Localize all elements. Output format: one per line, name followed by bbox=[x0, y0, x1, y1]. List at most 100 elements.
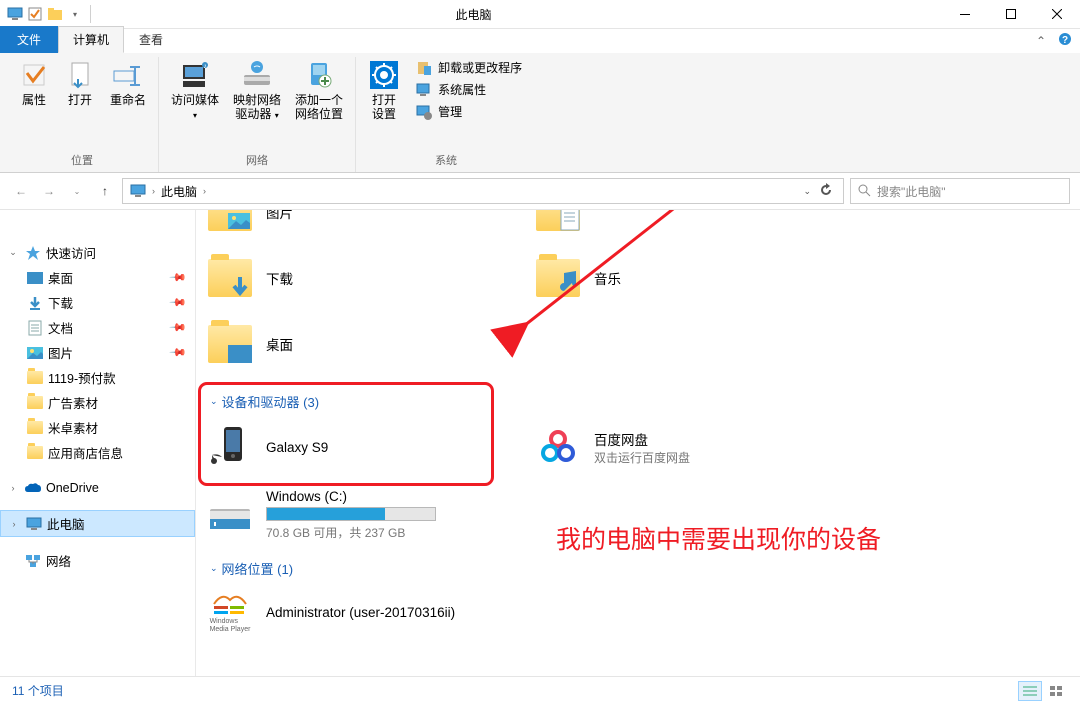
nav-folder-a[interactable]: 1119-预付款 bbox=[0, 365, 195, 390]
nav-onedrive[interactable]: › OneDrive bbox=[0, 477, 195, 499]
drive-usage-bar bbox=[266, 507, 436, 521]
dropdown-icon[interactable]: ⌄ bbox=[803, 186, 811, 197]
pin-icon: 📌 bbox=[169, 343, 188, 362]
chevron-right-icon[interactable]: › bbox=[149, 186, 158, 196]
tab-file[interactable]: 文件 bbox=[0, 26, 58, 53]
chevron-right-icon[interactable]: › bbox=[200, 186, 209, 196]
address-bar: ← → ⌄ ↑ › 此电脑 › ⌄ 搜索"此电脑" bbox=[0, 173, 1080, 210]
tab-computer[interactable]: 计算机 bbox=[58, 26, 124, 53]
view-buttons bbox=[1018, 681, 1068, 701]
open-settings-button[interactable]: 打开 设置 bbox=[362, 57, 406, 123]
maximize-button[interactable] bbox=[988, 0, 1034, 29]
system-properties-button[interactable]: 系统属性 bbox=[412, 79, 526, 100]
folder-icon bbox=[26, 370, 44, 386]
nav-quick-access[interactable]: ⌄ 快速访问 bbox=[0, 240, 195, 265]
downloads-icon bbox=[26, 295, 44, 311]
section-network-locations[interactable]: ⌄ 网络位置 (1) bbox=[204, 553, 1068, 582]
folder-icon bbox=[26, 395, 44, 411]
window-controls bbox=[942, 0, 1080, 29]
nav-this-pc[interactable]: › 此电脑 bbox=[0, 510, 195, 537]
pictures-icon bbox=[26, 345, 44, 361]
this-pc-icon bbox=[25, 516, 43, 532]
folder-icon bbox=[26, 445, 44, 461]
pin-icon: 📌 bbox=[169, 293, 188, 312]
this-pc-icon bbox=[127, 183, 149, 199]
pin-icon: 📌 bbox=[169, 318, 188, 337]
breadcrumb[interactable]: › 此电脑 › ⌄ bbox=[122, 178, 844, 204]
network-icon bbox=[24, 553, 42, 569]
add-location-button[interactable]: 添加一个 网络位置 bbox=[289, 57, 349, 123]
item-count: 11 个项目 bbox=[12, 682, 64, 699]
netloc-administrator[interactable]: Windows Media Player Administrator (user… bbox=[204, 586, 604, 638]
forward-button[interactable]: → bbox=[38, 180, 60, 202]
help-icon[interactable]: ? bbox=[1058, 32, 1072, 49]
svg-text:?: ? bbox=[1062, 35, 1068, 46]
ribbon-right-controls: ⌃ ? bbox=[1036, 32, 1072, 49]
folder-pictures[interactable]: 图片 bbox=[204, 210, 504, 238]
ribbon-group-system: 打开 设置 卸载或更改程序 系统属性 管理 系统 bbox=[356, 57, 536, 172]
ribbon-group-network: ♪ 访问媒体▾ 映射网络 驱动器 ▾ 添加一个 网络位置 网络 bbox=[159, 57, 356, 172]
folder-documents[interactable]: 文档 bbox=[532, 210, 832, 238]
drive-windows-c[interactable]: Windows (C:) 70.8 GB 可用，共 237 GB bbox=[204, 487, 504, 543]
status-bar: 11 个项目 bbox=[0, 676, 1080, 704]
nav-folder-d[interactable]: 应用商店信息 bbox=[0, 440, 195, 465]
nav-desktop[interactable]: 桌面📌 bbox=[0, 265, 195, 290]
ribbon-group-location: 属性 打开 重命名 位置 bbox=[6, 57, 159, 172]
expander-icon[interactable]: › bbox=[7, 519, 21, 529]
main-view: 图片 文档 下载 音乐 桌面 bbox=[196, 210, 1080, 676]
open-button[interactable]: 打开 bbox=[58, 57, 102, 109]
access-media-label: 访问媒体▾ bbox=[171, 93, 219, 123]
back-button[interactable]: ← bbox=[10, 180, 32, 202]
access-media-button[interactable]: ♪ 访问媒体▾ bbox=[165, 57, 225, 125]
nav-network[interactable]: › 网络 bbox=[0, 548, 195, 573]
expander-icon[interactable]: ⌄ bbox=[210, 563, 218, 574]
map-drive-label: 映射网络 驱动器 ▾ bbox=[233, 93, 281, 123]
annotation-text: 我的电脑中需要出现你的设备 bbox=[556, 520, 881, 556]
uninstall-button[interactable]: 卸载或更改程序 bbox=[412, 57, 526, 78]
device-baidu[interactable]: 百度网盘 双击运行百度网盘 bbox=[532, 421, 832, 473]
content-area: ⌄ 快速访问 桌面📌 下载📌 文档📌 图片📌 1119-预付款 广告素材 bbox=[0, 210, 1080, 676]
onedrive-icon bbox=[24, 480, 42, 496]
refresh-icon[interactable] bbox=[819, 183, 833, 200]
folder-downloads[interactable]: 下载 bbox=[204, 252, 504, 304]
expander-icon[interactable]: ⌄ bbox=[6, 247, 20, 258]
folder-desktop[interactable]: 桌面 bbox=[204, 318, 504, 370]
nav-documents[interactable]: 文档📌 bbox=[0, 315, 195, 340]
uninstall-icon bbox=[416, 60, 432, 76]
folder-music[interactable]: 音乐 bbox=[532, 252, 832, 304]
manage-icon bbox=[416, 104, 432, 120]
close-button[interactable] bbox=[1034, 0, 1080, 29]
pin-icon: 📌 bbox=[169, 268, 188, 287]
annotation-highlight bbox=[198, 382, 494, 486]
properties-button[interactable]: 属性 bbox=[12, 57, 56, 109]
nav-pictures[interactable]: 图片📌 bbox=[0, 340, 195, 365]
star-icon bbox=[24, 245, 42, 261]
tab-view[interactable]: 查看 bbox=[124, 26, 178, 53]
system-props-icon bbox=[416, 82, 432, 98]
desktop-icon bbox=[26, 270, 44, 286]
nav-folder-c[interactable]: 米卓素材 bbox=[0, 415, 195, 440]
collapse-ribbon-icon[interactable]: ⌃ bbox=[1036, 34, 1046, 48]
nav-folder-b[interactable]: 广告素材 bbox=[0, 390, 195, 415]
minimize-button[interactable] bbox=[942, 0, 988, 29]
icons-view-button[interactable] bbox=[1044, 681, 1068, 701]
nav-downloads[interactable]: 下载📌 bbox=[0, 290, 195, 315]
navigation-pane: ⌄ 快速访问 桌面📌 下载📌 文档📌 图片📌 1119-预付款 广告素材 bbox=[0, 210, 196, 676]
rename-button[interactable]: 重命名 bbox=[104, 57, 152, 109]
up-button[interactable]: ↑ bbox=[94, 180, 116, 202]
svg-text:♪: ♪ bbox=[203, 63, 207, 70]
folder-icon bbox=[26, 420, 44, 436]
window-title: 此电脑 bbox=[5, 6, 942, 23]
recent-dropdown[interactable]: ⌄ bbox=[66, 180, 88, 202]
manage-button[interactable]: 管理 bbox=[412, 101, 526, 122]
map-drive-button[interactable]: 映射网络 驱动器 ▾ bbox=[227, 57, 287, 125]
details-view-button[interactable] bbox=[1018, 681, 1042, 701]
documents-icon bbox=[26, 320, 44, 336]
breadcrumb-this-pc[interactable]: 此电脑 bbox=[158, 183, 200, 200]
ribbon: 属性 打开 重命名 位置 ♪ 访问媒体▾ 映射网络 驱动器 ▾ bbox=[0, 53, 1080, 173]
expander-icon[interactable]: › bbox=[6, 483, 20, 493]
title-bar: ▾ 此电脑 bbox=[0, 0, 1080, 29]
search-icon bbox=[857, 183, 871, 200]
ribbon-tabs: 文件 计算机 查看 ⌃ ? bbox=[0, 29, 1080, 53]
search-input[interactable]: 搜索"此电脑" bbox=[850, 178, 1070, 204]
